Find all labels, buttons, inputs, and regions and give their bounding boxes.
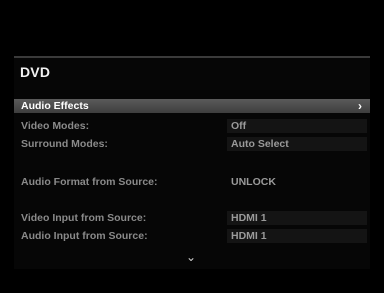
menu-item-surround-modes[interactable]: Surround Modes: Auto Select [14, 137, 370, 151]
setting-value: HDMI 1 [227, 211, 367, 225]
menu-item-audio-effects[interactable]: Audio Effects › [14, 99, 370, 113]
setting-label: Audio Input from Source: [21, 230, 148, 242]
setting-value: UNLOCK [231, 176, 276, 188]
setting-value: Off [227, 119, 367, 133]
menu-item-audio-format-from-source[interactable]: Audio Format from Source: UNLOCK [14, 175, 370, 189]
setting-label: Surround Modes: [21, 138, 108, 150]
menu-item-audio-input-from-source[interactable]: Audio Input from Source: HDMI 1 [14, 229, 370, 243]
setting-label: Video Modes: [21, 120, 90, 132]
setting-label: Video Input from Source: [21, 212, 147, 224]
chevron-right-icon: › [358, 99, 362, 113]
setting-label: Audio Format from Source: [21, 176, 158, 188]
setting-value: Auto Select [227, 137, 367, 151]
menu-item-label: Audio Effects [21, 100, 89, 112]
screen: DVD Audio Effects › Video Modes: Off Sur… [0, 0, 384, 293]
menu-item-video-input-from-source[interactable]: Video Input from Source: HDMI 1 [14, 211, 370, 225]
page-title: DVD [20, 64, 51, 80]
setting-value: HDMI 1 [227, 229, 367, 243]
chevron-down-icon[interactable]: ⌄ [186, 250, 196, 264]
menu-item-video-modes[interactable]: Video Modes: Off [14, 119, 370, 133]
